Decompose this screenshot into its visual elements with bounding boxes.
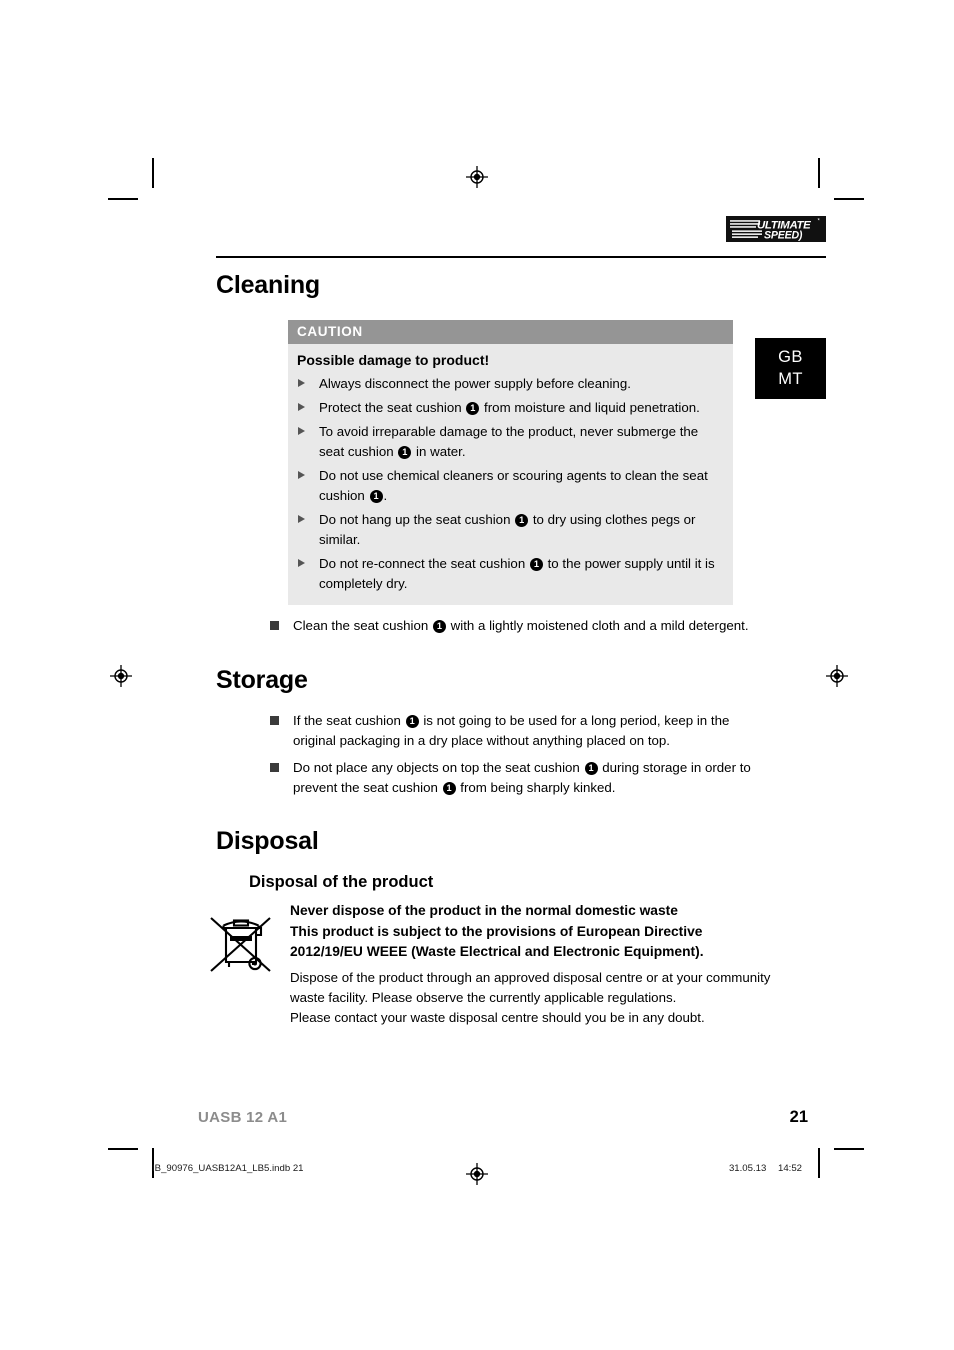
disposal-bold-line: This product is subject to the provision… (290, 923, 703, 939)
storage-instruction-list: If the seat cushion 1 is not going to be… (270, 711, 770, 798)
print-production-footer: IB_90976_UASB12A1_LB5.indb 21 31.05.13 1… (152, 1163, 802, 1174)
part-reference-callout: 1 (584, 762, 598, 776)
section-disposal: Disposal Disposal of the product Never d… (210, 827, 826, 1028)
part-reference-callout: 1 (515, 514, 529, 528)
disposal-body-notice: Dispose of the product through an approv… (290, 968, 805, 1028)
square-bullet-icon (270, 763, 279, 773)
footer-model-name: UASB 12 A1 (198, 1109, 288, 1126)
arrow-bullet-icon (298, 378, 305, 387)
part-reference-callout: 1 (432, 619, 446, 633)
disposal-body-line: Dispose of the product through an approv… (290, 970, 771, 986)
part-reference-callout: 1 (405, 715, 419, 729)
caution-list-item: To avoid irreparable damage to the produ… (297, 422, 721, 462)
page-footer: UASB 12 A1 21 (198, 1108, 808, 1127)
arrow-bullet-icon (298, 559, 305, 568)
caution-box: CAUTION Possible damage to product! Alwa… (288, 319, 733, 605)
disposal-content-block: Never dispose of the product in the norm… (210, 901, 826, 1028)
page-title-storage: Storage (216, 665, 308, 694)
weee-crossed-out-wheelie-bin-icon (208, 905, 278, 977)
header-divider-rule (216, 256, 826, 258)
storage-list-item: If the seat cushion 1 is not going to be… (270, 711, 770, 751)
cleaning-instruction-list: Clean the seat cushion 1 with a lightly … (270, 616, 770, 636)
arrow-bullet-icon (298, 515, 305, 524)
page-title-disposal: Disposal (216, 827, 319, 856)
part-reference-callout: 1 (398, 445, 412, 459)
caution-list-item: Do not re-connect the seat cushion 1 to … (297, 554, 721, 594)
caution-lead-text: Possible damage to product! (297, 351, 490, 368)
cleaning-list-item: Clean the seat cushion 1 with a lightly … (270, 616, 770, 636)
part-reference-callout: 1 (466, 401, 480, 415)
square-bullet-icon (270, 716, 279, 726)
section-storage: Storage If the seat cushion 1 is not goi… (216, 665, 826, 798)
part-reference-callout: 1 (529, 558, 543, 572)
caution-body: Possible damage to product! Always disco… (288, 344, 733, 605)
disposal-bold-line: Never dispose of the product in the norm… (290, 903, 678, 919)
disposal-bold-notice: Never dispose of the product in the norm… (290, 901, 805, 962)
caution-item-list: Always disconnect the power supply befor… (297, 374, 721, 594)
square-bullet-icon (270, 620, 279, 630)
disposal-body-line: Please contact your waste disposal centr… (290, 1010, 705, 1026)
page-content: Cleaning CAUTION Possible damage to prod… (210, 271, 826, 1028)
section-cleaning: Cleaning CAUTION Possible damage to prod… (216, 271, 826, 636)
manual-page: ULTIMATE * SPEED) GB MT Cleaning CAUTION… (0, 0, 954, 1350)
part-reference-callout: 1 (442, 782, 456, 796)
part-reference-callout: 1 (369, 489, 383, 503)
ultimate-speed-logo: ULTIMATE * SPEED) (726, 216, 826, 242)
caution-list-item: Do not use chemical cleaners or scouring… (297, 466, 721, 506)
storage-list-item: Do not place any objects on top the seat… (270, 758, 770, 798)
caution-list-item: Protect the seat cushion 1 from moisture… (297, 398, 721, 418)
print-time: 14:52 (777, 1163, 802, 1174)
print-timestamp: 31.05.13 14:52 (720, 1163, 802, 1174)
disposal-body-line: waste facility. Please observe the curre… (290, 990, 677, 1006)
caution-list-item: Do not hang up the seat cushion 1 to dry… (297, 510, 721, 550)
page-title-cleaning: Cleaning (216, 271, 320, 299)
arrow-bullet-icon (298, 471, 305, 480)
disposal-bold-line: 2012/19/EU WEEE (Waste Electrical and El… (290, 944, 704, 960)
print-date: 31.05.13 (728, 1163, 767, 1174)
footer-page-number: 21 (789, 1108, 808, 1126)
arrow-bullet-icon (298, 402, 305, 411)
svg-text:SPEED): SPEED) (764, 230, 803, 242)
subsection-title-disposal-of-product: Disposal of the product (249, 872, 434, 891)
print-source-filename: IB_90976_UASB12A1_LB5.indb 21 (152, 1163, 304, 1174)
disposal-text-block: Never dispose of the product in the norm… (290, 901, 805, 1028)
caution-list-item: Always disconnect the power supply befor… (297, 374, 721, 394)
caution-header-label: CAUTION (288, 319, 733, 344)
arrow-bullet-icon (298, 427, 305, 436)
